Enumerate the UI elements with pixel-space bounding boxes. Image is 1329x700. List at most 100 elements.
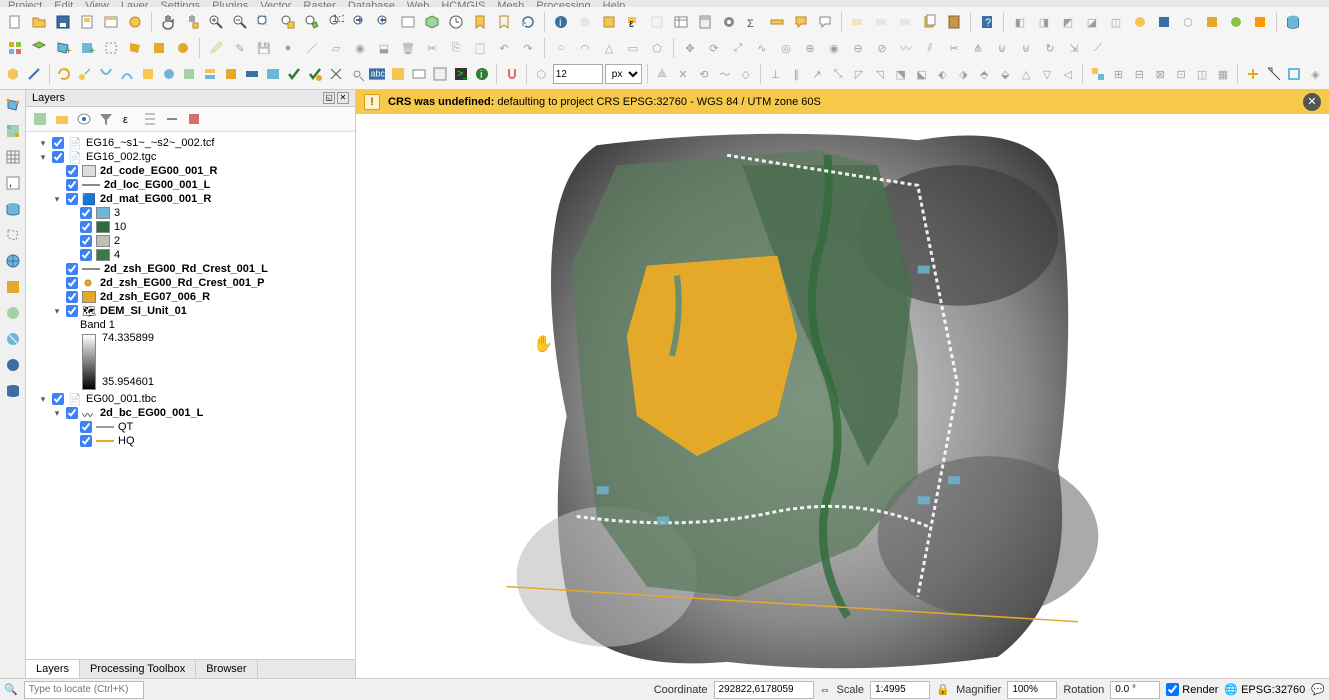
layer-mat-10[interactable]: 10	[28, 220, 353, 234]
temporal-controller-button[interactable]	[445, 11, 467, 33]
merge-features-button[interactable]: ⊍	[991, 37, 1013, 59]
menu-layer[interactable]: Layer	[121, 0, 149, 7]
layer-2d-bc[interactable]: ▾〰2d_bc_EG00_001_L	[28, 406, 353, 420]
collapse-all-button[interactable]	[164, 111, 180, 127]
plugin-r3-right-3[interactable]	[1285, 63, 1304, 85]
add-raster-layer-button[interactable]	[2, 120, 24, 142]
add-spatialite-button[interactable]	[2, 198, 24, 220]
plugin-check-1[interactable]	[284, 63, 303, 85]
adv-dig-8[interactable]: ⬕	[912, 63, 931, 85]
label-button[interactable]	[847, 11, 869, 33]
database-button[interactable]	[1282, 11, 1304, 33]
plugin-r3-end-2[interactable]: ⊞	[1109, 63, 1128, 85]
layer-dem[interactable]: ▾🗺DEM_SI_Unit_01	[28, 304, 353, 318]
fill-ring-button[interactable]: ◉	[823, 37, 845, 59]
adv-dig-6[interactable]: ◹	[870, 63, 889, 85]
layer-zsh-crest-l[interactable]: 2d_zsh_EG00_Rd_Crest_001_L	[28, 262, 353, 276]
digitize-button-5[interactable]: ⬠	[646, 37, 668, 59]
menu-raster[interactable]: Raster	[303, 0, 335, 7]
style-manager-button[interactable]	[124, 11, 146, 33]
layer-mat-2[interactable]: 2	[28, 234, 353, 248]
zoom-out-button[interactable]	[229, 11, 251, 33]
add-arcgis-button[interactable]	[2, 354, 24, 376]
merge-attrs-button[interactable]: ⊎	[1015, 37, 1037, 59]
locator-input[interactable]	[24, 681, 144, 699]
layer-checkbox[interactable]	[66, 277, 78, 289]
undo-button[interactable]: ↶	[493, 37, 515, 59]
scale-input[interactable]	[870, 681, 930, 699]
snapping-units-select[interactable]: px	[605, 64, 642, 84]
zoom-next-button[interactable]	[373, 11, 395, 33]
menu-help[interactable]: Help	[603, 0, 626, 7]
refresh-button[interactable]	[517, 11, 539, 33]
pan-to-selection-button[interactable]	[181, 11, 203, 33]
plugin-r3-right-1[interactable]	[1243, 63, 1262, 85]
layer-checkbox[interactable]	[80, 435, 92, 447]
layer-styling-button[interactable]	[32, 111, 48, 127]
abc-button[interactable]: abc	[368, 63, 387, 85]
scale-feature-button[interactable]: ⤢	[727, 37, 749, 59]
deselect-button[interactable]	[646, 11, 668, 33]
mesh-button-4[interactable]: ◪	[1081, 11, 1103, 33]
plugin-r3-btn-1[interactable]	[4, 63, 23, 85]
mesh-button-3[interactable]: ◩	[1057, 11, 1079, 33]
layer-checkbox[interactable]	[66, 179, 78, 191]
menu-plugins[interactable]: Plugins	[212, 0, 248, 7]
simplify-button[interactable]: ∿	[751, 37, 773, 59]
offset-point-symbols-button[interactable]: ⇲	[1063, 37, 1085, 59]
render-toggle[interactable]: Render	[1166, 683, 1218, 696]
new-memory-layer-button[interactable]	[100, 37, 122, 59]
menu-database[interactable]: Database	[348, 0, 395, 7]
add-wcs-layer-button[interactable]	[2, 302, 24, 324]
plugin-r3-btn-12[interactable]	[243, 63, 262, 85]
expand-all-button[interactable]	[142, 111, 158, 127]
plugin-r3-btn-8[interactable]	[159, 63, 178, 85]
plugin-r3-btn-17[interactable]	[410, 63, 429, 85]
zoom-full-button[interactable]	[253, 11, 275, 33]
add-part-button[interactable]: ⊕	[799, 37, 821, 59]
plugin-r3-btn-7[interactable]	[138, 63, 157, 85]
layer-mat-3[interactable]: 3	[28, 206, 353, 220]
zoom-in-button[interactable]	[205, 11, 227, 33]
layer-mat-4[interactable]: 4	[28, 248, 353, 262]
crs-button[interactable]: 🌐EPSG:32760	[1224, 683, 1305, 696]
layer-checkbox[interactable]	[52, 393, 64, 405]
plugin-r3-end-7[interactable]: ▦	[1213, 63, 1232, 85]
filter-by-expression-button[interactable]: ε	[120, 111, 136, 127]
show-label-button[interactable]	[895, 11, 917, 33]
measure-button[interactable]	[766, 11, 788, 33]
add-point-button[interactable]: ●	[277, 37, 299, 59]
adv-dig-4[interactable]: ⤡	[829, 63, 848, 85]
snap-button-5[interactable]: ◇	[736, 63, 755, 85]
cut-features-button[interactable]: ✂	[421, 37, 443, 59]
lock-scale-icon[interactable]: 🔒	[936, 683, 950, 697]
snapping-button[interactable]	[502, 63, 521, 85]
rotate-point-symbols-button[interactable]: ↻	[1039, 37, 1061, 59]
open-project-button[interactable]	[28, 11, 50, 33]
extents-icon[interactable]: ⇔	[820, 684, 831, 696]
layer-bc-qt[interactable]: QT	[28, 420, 353, 434]
add-virtual-layer-button[interactable]	[2, 224, 24, 246]
menu-mesh[interactable]: Mesh	[497, 0, 524, 7]
panel-undock-button[interactable]: ◱	[323, 92, 335, 104]
layer-2d-loc[interactable]: 2d_loc_EG00_001_L	[28, 178, 353, 192]
trim-extend-button[interactable]: ⟋	[1087, 37, 1109, 59]
zoom-last-button[interactable]	[349, 11, 371, 33]
layer-checkbox[interactable]	[52, 137, 64, 149]
toolbox-button[interactable]	[718, 11, 740, 33]
adv-dig-3[interactable]: ↗	[808, 63, 827, 85]
map-tips-button[interactable]	[790, 11, 812, 33]
plugin-r3-btn-15[interactable]	[347, 63, 366, 85]
coordinate-input[interactable]	[714, 681, 814, 699]
offset-curve-button[interactable]: ⫽	[919, 37, 941, 59]
add-group-button[interactable]	[54, 111, 70, 127]
warning-close-button[interactable]: ✕	[1303, 93, 1321, 111]
mesh-button-1[interactable]: ◧	[1009, 11, 1031, 33]
save-project-button[interactable]	[52, 11, 74, 33]
adv-dig-1[interactable]: ⊥	[766, 63, 785, 85]
layer-checkbox[interactable]	[80, 249, 92, 261]
plugin-button-2[interactable]	[1153, 11, 1175, 33]
add-mesh-layer-button[interactable]	[2, 146, 24, 168]
layer-checkbox[interactable]	[66, 407, 78, 419]
add-delimited-text-button[interactable]: ,	[2, 172, 24, 194]
